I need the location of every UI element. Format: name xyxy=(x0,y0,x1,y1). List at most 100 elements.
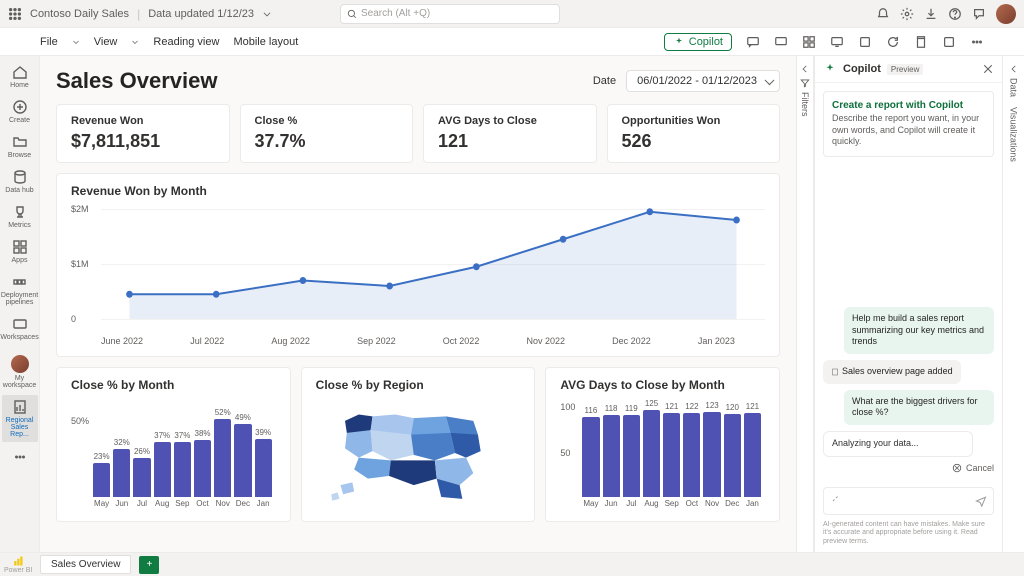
chevron-down-icon xyxy=(131,38,139,46)
reading-view[interactable]: Reading view xyxy=(153,36,219,48)
file-menu[interactable]: File xyxy=(40,36,58,48)
close-region-map[interactable]: Close % by Region xyxy=(301,367,536,522)
bar: 119Jul xyxy=(623,404,640,508)
bookmark-icon[interactable] xyxy=(774,35,788,49)
copilot-icon xyxy=(673,36,685,48)
copilot-input[interactable] xyxy=(823,487,994,515)
more-icon[interactable] xyxy=(13,450,27,464)
kpi-card[interactable]: Close %37.7% xyxy=(240,104,414,163)
title-bar: Contoso Daily Sales | Data updated 1/12/… xyxy=(0,0,1024,28)
add-page-button[interactable]: + xyxy=(139,556,159,574)
refresh-icon[interactable] xyxy=(886,35,900,49)
bar: 121Sep xyxy=(663,402,680,508)
chat-status: Analyzing your data... xyxy=(823,431,973,457)
date-range-picker[interactable]: 06/01/2022 - 01/12/2023 xyxy=(626,70,780,92)
pipeline-icon xyxy=(12,274,28,290)
search-icon xyxy=(347,9,357,19)
help-icon[interactable] xyxy=(948,7,962,21)
user-avatar[interactable] xyxy=(996,4,1016,24)
report-title: Contoso Daily Sales xyxy=(30,8,129,20)
nav-my-workspace[interactable]: My workspace xyxy=(2,347,38,393)
plus-circle-icon xyxy=(12,99,28,115)
bar: 37%Sep xyxy=(174,431,191,509)
kpi-card[interactable]: AVG Days to Close121 xyxy=(423,104,597,163)
send-icon[interactable] xyxy=(975,495,987,507)
home-icon xyxy=(12,64,28,80)
feedback-icon[interactable] xyxy=(972,7,986,21)
cancel-button[interactable]: Cancel xyxy=(952,463,994,473)
bar: 120Dec xyxy=(724,403,741,508)
settings-icon[interactable] xyxy=(900,7,914,21)
nav-home[interactable]: Home xyxy=(2,60,38,93)
date-label: Date xyxy=(593,75,616,87)
nav-regional[interactable]: Regional Sales Rep... xyxy=(2,395,38,442)
bar: 116May xyxy=(582,406,599,508)
notifications-icon[interactable] xyxy=(876,7,890,21)
share-icon[interactable] xyxy=(942,35,956,49)
nav-data-hub[interactable]: Data hub xyxy=(2,165,38,198)
database-icon xyxy=(12,169,28,185)
nav-workspaces[interactable]: Workspaces xyxy=(2,312,38,345)
kpi-card[interactable]: Opportunities Won526 xyxy=(607,104,781,163)
bar: 125Aug xyxy=(643,399,660,508)
workspace-avatar xyxy=(11,355,29,373)
workspaces-icon xyxy=(12,316,28,332)
report-canvas: Sales Overview Date 06/01/2022 - 01/12/2… xyxy=(40,56,796,552)
bar: 37%Aug xyxy=(154,431,171,509)
nav-apps[interactable]: Apps xyxy=(2,235,38,268)
page-tab-sales-overview[interactable]: Sales Overview xyxy=(40,555,131,574)
filter-icon xyxy=(800,78,810,88)
copilot-disclaimer: AI-generated content can have mistakes. … xyxy=(815,521,1002,552)
visualizations-pane-collapsed[interactable]: Data Visualizations xyxy=(1002,56,1024,552)
nav-metrics[interactable]: Metrics xyxy=(2,200,38,233)
us-map xyxy=(316,398,521,508)
bar: 121Jan xyxy=(744,402,761,508)
bar: 49%Dec xyxy=(234,413,251,509)
app-launcher-icon[interactable] xyxy=(8,7,22,21)
page-icon xyxy=(831,368,839,376)
chevron-left-icon xyxy=(1009,64,1019,74)
chevron-down-icon[interactable] xyxy=(262,9,272,19)
nav-pipelines[interactable]: Deployment pipelines xyxy=(2,270,38,310)
view-menu[interactable]: View xyxy=(94,36,118,48)
bar: 118Jun xyxy=(603,404,620,508)
chevron-down-icon xyxy=(72,38,80,46)
mobile-layout[interactable]: Mobile layout xyxy=(233,36,298,48)
sparkle-icon[interactable] xyxy=(830,495,842,507)
present-icon[interactable] xyxy=(830,35,844,49)
bar: 26%Jul xyxy=(133,447,150,508)
folder-icon xyxy=(12,134,28,150)
kpi-card[interactable]: Revenue Won$7,811,851 xyxy=(56,104,230,163)
view-icon[interactable] xyxy=(802,35,816,49)
avg-days-chart[interactable]: AVG Days to Close by Month 100 50 116May… xyxy=(545,367,780,522)
bar: 52%Nov xyxy=(214,408,231,508)
copilot-title: Copilot xyxy=(843,63,881,75)
download-icon[interactable] xyxy=(924,7,938,21)
filters-pane-collapsed[interactable]: Filters xyxy=(796,56,814,552)
nav-browse[interactable]: Browse xyxy=(2,130,38,163)
preview-badge: Preview xyxy=(887,64,923,75)
close-month-chart[interactable]: Close % by Month 50% 23%May32%Jun26%Jul3… xyxy=(56,367,291,522)
cancel-icon xyxy=(952,463,962,473)
search-input[interactable]: Search (Alt +Q) xyxy=(340,4,560,24)
chat-msg-ai: Sales overview page added xyxy=(823,360,961,384)
page-title: Sales Overview xyxy=(56,68,217,94)
chat-msg-user: What are the biggest drivers for close %… xyxy=(844,390,994,425)
bar: 32%Jun xyxy=(113,438,130,508)
report-icon xyxy=(12,399,28,415)
nav-create[interactable]: Create xyxy=(2,95,38,128)
more-icon[interactable] xyxy=(970,35,984,49)
copilot-icon xyxy=(823,62,837,76)
revenue-line-chart[interactable]: Revenue Won by Month 0$1M$2M June 2022Ju… xyxy=(56,173,780,357)
copilot-pane: Copilot Preview Create a report with Cop… xyxy=(814,56,1002,552)
left-nav: Home Create Browse Data hub Metrics Apps… xyxy=(0,56,40,552)
data-updated: Data updated 1/12/23 xyxy=(148,8,254,20)
copilot-button[interactable]: Copilot xyxy=(664,33,732,51)
comment-icon[interactable] xyxy=(746,35,760,49)
pin-icon[interactable] xyxy=(858,35,872,49)
close-icon[interactable] xyxy=(982,63,994,75)
page-tabs-bar: Power BI Sales Overview + xyxy=(0,552,1024,576)
copy-icon[interactable] xyxy=(914,35,928,49)
copilot-suggestion-card[interactable]: Create a report with Copilot Describe th… xyxy=(823,91,994,157)
bar: 123Nov xyxy=(703,401,720,508)
